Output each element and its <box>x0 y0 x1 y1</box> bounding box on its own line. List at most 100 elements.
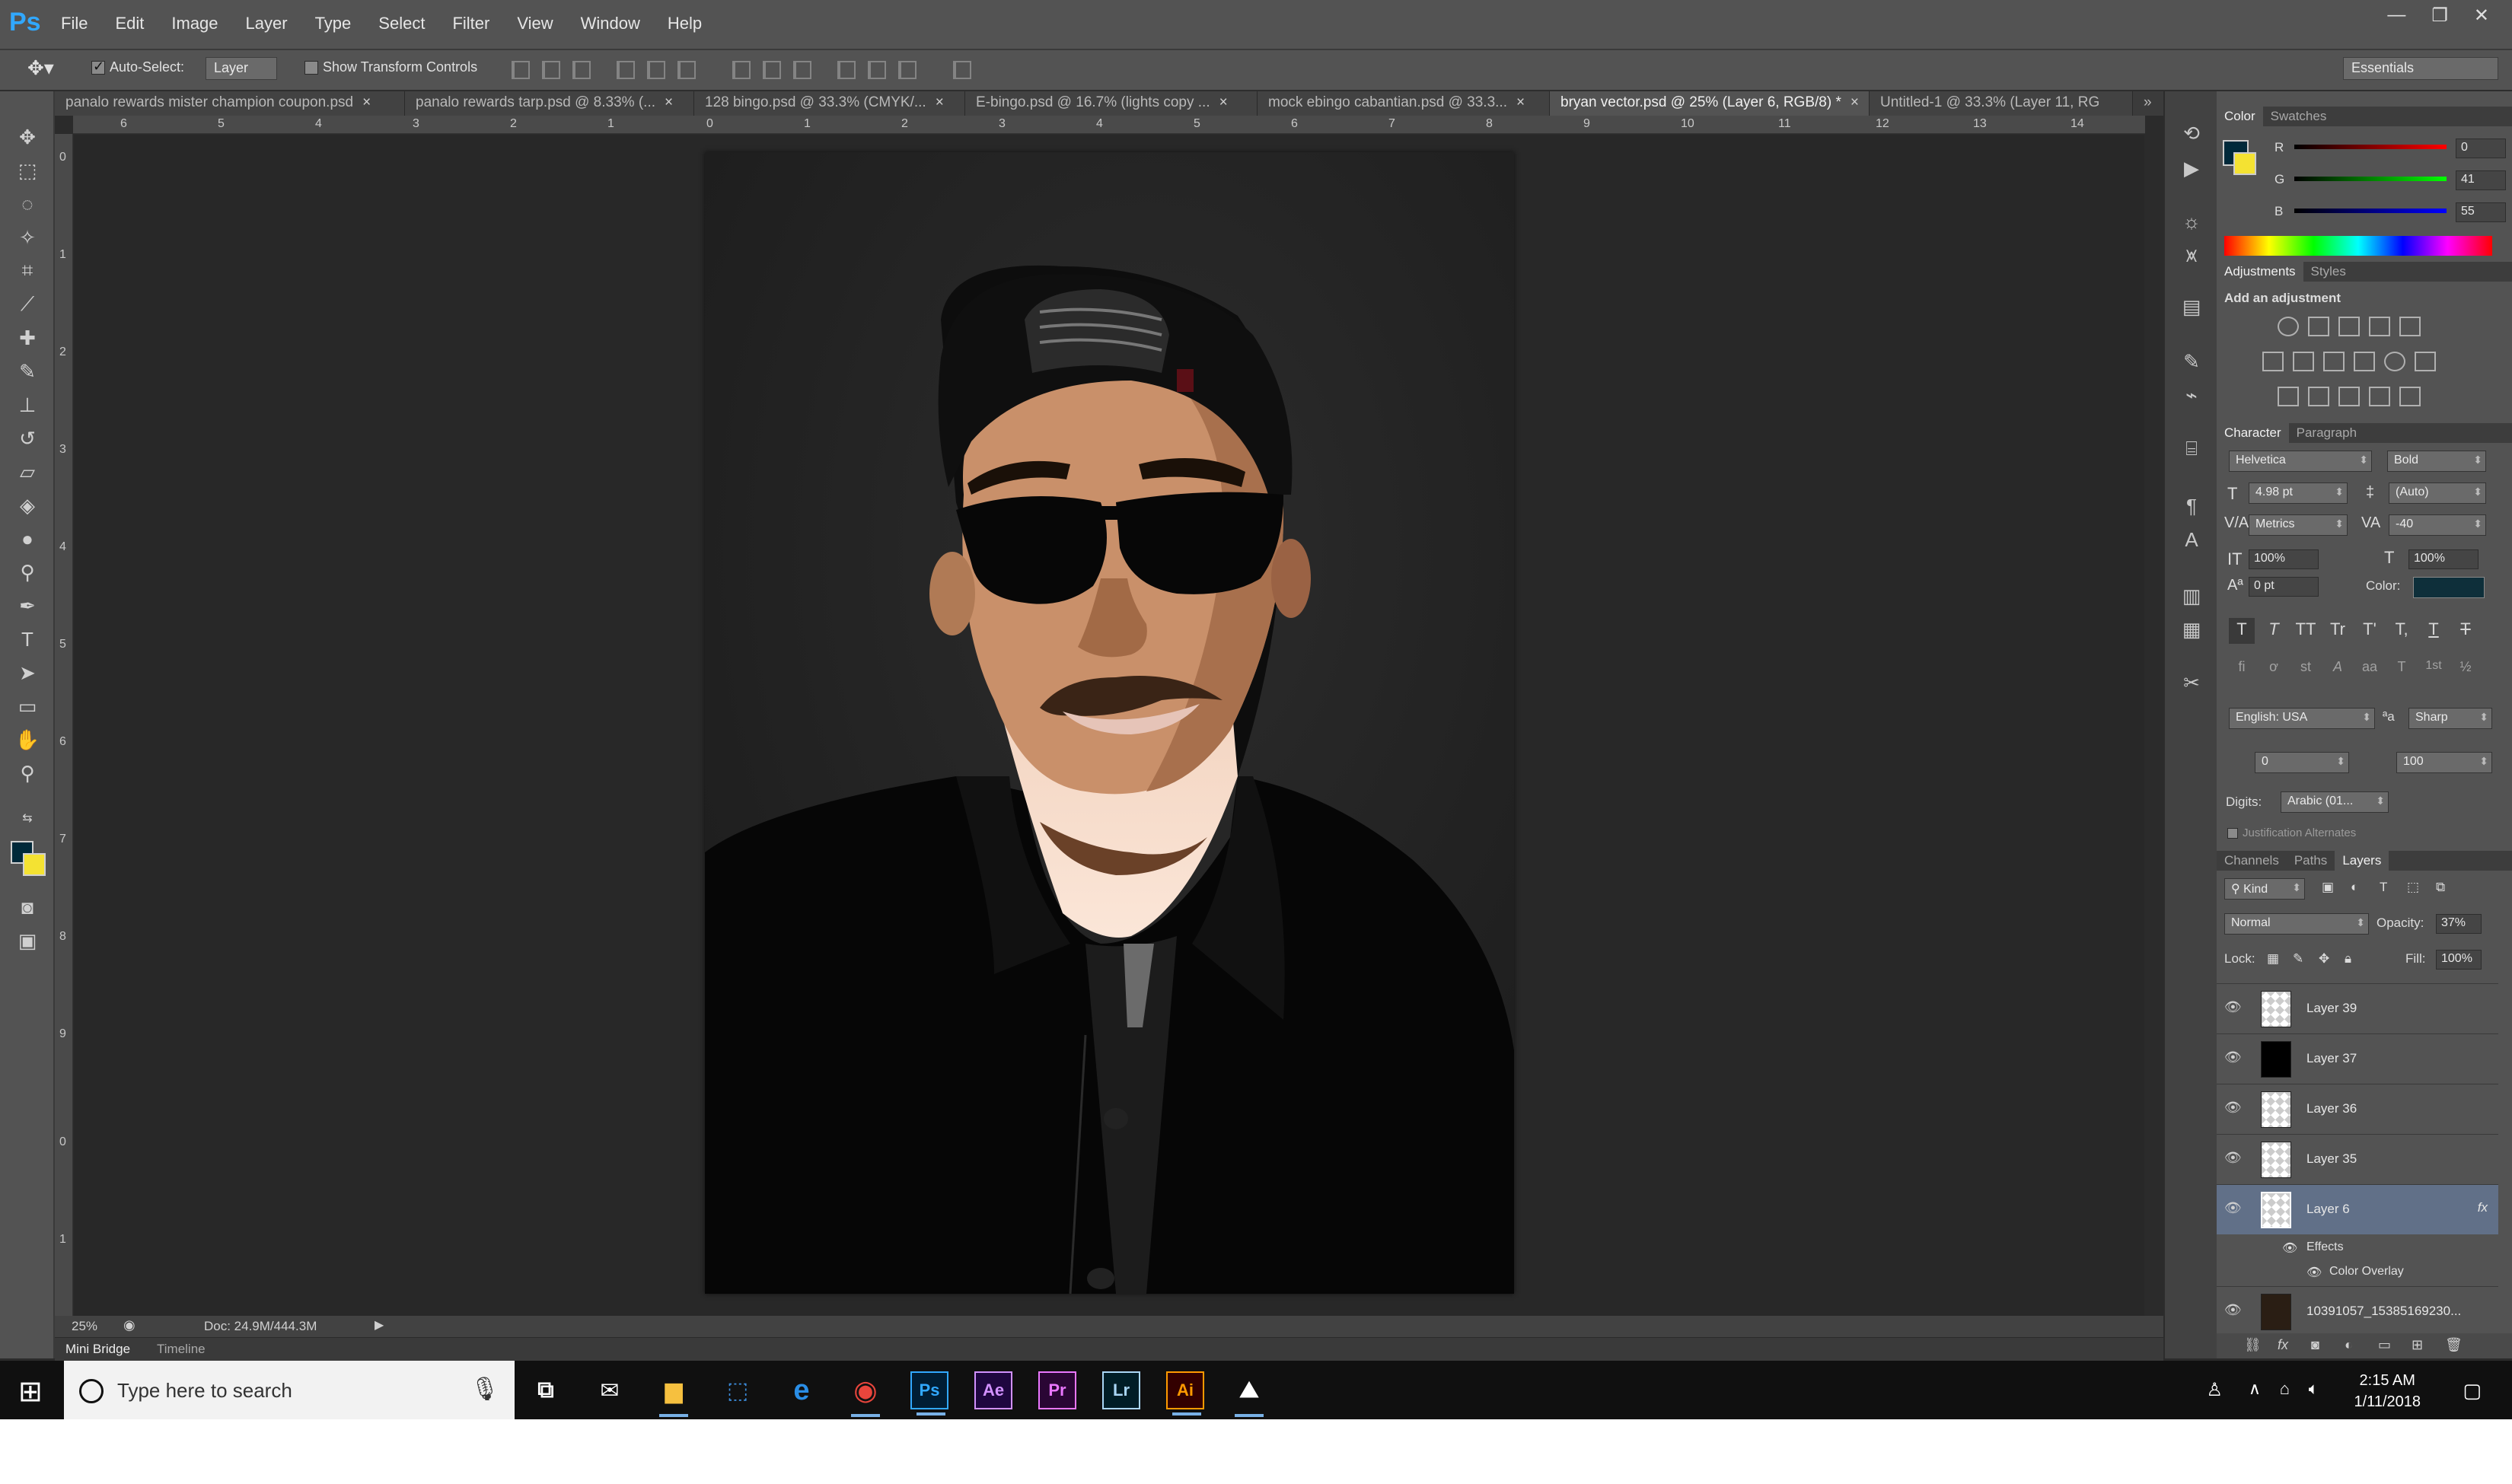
lock-all-icon[interactable]: 🔒︎ <box>2345 951 2351 967</box>
menu-window[interactable]: Window <box>581 14 640 33</box>
menu-edit[interactable]: Edit <box>115 14 144 33</box>
zoom-level[interactable]: 25% <box>72 1319 97 1334</box>
vibrance-icon[interactable] <box>2399 317 2421 336</box>
distribute-right-icon[interactable] <box>898 61 916 79</box>
exposure-icon[interactable] <box>2369 317 2390 336</box>
swap-colors-icon[interactable]: ⇆ <box>11 803 44 833</box>
move-tool-icon[interactable]: ✥ <box>11 122 44 152</box>
lock-position-icon[interactable]: ✥ <box>2319 951 2329 967</box>
menu-select[interactable]: Select <box>378 14 425 33</box>
filter-pixel-icon[interactable]: ▣ <box>2322 880 2334 895</box>
lasso-tool-icon[interactable]: ◌ <box>11 189 44 219</box>
align-top-icon[interactable] <box>512 61 530 79</box>
underline-button[interactable]: T <box>2421 618 2447 644</box>
tracking-field[interactable]: -40 <box>2389 514 2486 536</box>
tab-document[interactable]: mock ebingo cabantian.psd @ 33.3... × <box>1258 91 1550 116</box>
tab-close-icon[interactable]: × <box>1219 94 1228 110</box>
tab-document[interactable]: 128 bingo.psd @ 33.3% (CMYK/... × <box>694 91 965 116</box>
taskbar-search[interactable]: Type here to search 🎙︎ <box>64 1361 515 1419</box>
antialias-dropdown[interactable]: Sharp <box>2408 708 2492 729</box>
type-tool-icon[interactable]: T <box>11 624 44 654</box>
layer-row-selected[interactable]: 👁︎ Layer 6 fx <box>2217 1184 2498 1234</box>
tab-document[interactable]: E-bingo.psd @ 16.7% (lights copy ... × <box>965 91 1258 116</box>
titling-alternates-button[interactable]: T <box>2389 658 2415 683</box>
color-bg-swatch[interactable] <box>2233 152 2256 175</box>
layer-filter-kind-dropdown[interactable]: ⚲ Kind <box>2224 878 2305 900</box>
distribute-top-icon[interactable] <box>732 61 751 79</box>
color-balance-icon[interactable] <box>2293 352 2314 371</box>
volume-icon[interactable]: 🔈︎ <box>2309 1379 2319 1399</box>
tabs-overflow-icon[interactable]: » <box>2133 91 2163 116</box>
brightness-contrast-icon[interactable] <box>2278 317 2299 336</box>
lightroom-taskbar-icon[interactable]: Lr <box>1102 1371 1140 1409</box>
blend-mode-dropdown[interactable]: Normal <box>2224 913 2369 935</box>
clone-stamp-tool-icon[interactable]: ⊥ <box>11 390 44 420</box>
paint-bucket-tool-icon[interactable]: ◈ <box>11 490 44 521</box>
ordinals-button[interactable]: 1st <box>2421 658 2447 683</box>
tab-timeline[interactable]: Timeline <box>157 1342 206 1357</box>
opacity-field[interactable]: 37% <box>2436 914 2482 934</box>
paragraph-panel-icon[interactable]: A <box>2179 528 2204 554</box>
menu-filter[interactable]: Filter <box>452 14 489 33</box>
close-button[interactable]: ✕ <box>2474 5 2489 27</box>
red-value-field[interactable]: 0 <box>2456 139 2506 158</box>
visibility-eye-icon[interactable]: 👁︎ <box>2224 1302 2242 1318</box>
font-size-field[interactable]: 4.98 pt <box>2249 482 2348 504</box>
ligatures-button[interactable]: fi <box>2229 658 2255 683</box>
kerning-field[interactable]: Metrics <box>2249 514 2348 536</box>
baseline-shift-field[interactable]: 0 pt <box>2249 577 2319 597</box>
clock[interactable]: 2:15 AM 1/11/2018 <box>2354 1370 2421 1412</box>
visibility-eye-icon[interactable]: 👁︎ <box>2224 1150 2242 1166</box>
distribute-left-icon[interactable] <box>837 61 856 79</box>
levels-icon[interactable] <box>2308 317 2329 336</box>
small-caps-button[interactable]: Tr <box>2325 618 2351 644</box>
marquee-tool-icon[interactable]: ⬚ <box>11 155 44 186</box>
tab-close-icon[interactable]: × <box>362 94 371 110</box>
show-transform-checkbox[interactable]: Show Transform Controls <box>304 59 477 75</box>
lock-transparent-icon[interactable]: ▦ <box>2267 951 2279 967</box>
actions-panel-icon[interactable]: ▶ <box>2179 157 2204 183</box>
green-value-field[interactable]: 41 <box>2456 170 2506 190</box>
tab-document-active[interactable]: bryan vector.psd @ 25% (Layer 6, RGB/8) … <box>1550 91 1870 116</box>
move-tool-preset-icon[interactable]: ✥▾ <box>27 56 54 80</box>
action-center-icon[interactable]: ▢ <box>2463 1379 2482 1403</box>
align-vcenter-icon[interactable] <box>542 61 560 79</box>
distribute-vcenter-icon[interactable] <box>763 61 781 79</box>
distribute-hcenter-icon[interactable] <box>868 61 886 79</box>
faux-bold-button[interactable]: T <box>2229 618 2255 644</box>
fractions-button[interactable]: ½ <box>2453 658 2479 683</box>
tab-paragraph[interactable]: Paragraph <box>2289 423 2364 443</box>
strikethrough-button[interactable]: T <box>2453 618 2479 644</box>
dodge-tool-icon[interactable]: ⚲ <box>11 557 44 588</box>
tab-paths[interactable]: Paths <box>2287 851 2335 871</box>
clone-source-icon[interactable]: ✂ <box>2179 671 2204 697</box>
filter-type-icon[interactable]: T <box>2380 880 2387 895</box>
delete-layer-icon[interactable]: 🗑︎ <box>2445 1337 2463 1353</box>
eraser-tool-icon[interactable]: ▱ <box>11 457 44 487</box>
paragraph-styles-icon[interactable]: ▦ <box>2179 618 2204 644</box>
zoom-tool-icon[interactable]: ⚲ <box>11 758 44 788</box>
photo-filter-icon[interactable] <box>2354 352 2375 371</box>
eyedropper-tool-icon[interactable]: ⟋ <box>11 289 44 320</box>
magic-wand-tool-icon[interactable]: ✧ <box>11 222 44 253</box>
align-left-icon[interactable] <box>617 61 635 79</box>
restore-button[interactable]: ❐ <box>2431 5 2448 27</box>
menu-file[interactable]: File <box>61 14 88 33</box>
status-menu-arrow-icon[interactable]: ▶ <box>375 1317 384 1333</box>
layer-fx-icon[interactable]: fx <box>2478 1200 2488 1215</box>
tab-document[interactable]: panalo rewards tarp.psd @ 8.33% (... × <box>405 91 694 116</box>
tab-close-icon[interactable]: × <box>665 94 673 110</box>
file-explorer-icon[interactable]: ▆ <box>655 1371 693 1417</box>
windows-start-icon[interactable]: ⊞ <box>18 1374 43 1409</box>
brush-tool-icon[interactable]: ✎ <box>11 356 44 387</box>
history-panel-icon[interactable]: ⟲ <box>2179 122 2204 148</box>
new-adjustment-icon[interactable]: ◐ <box>2345 1337 2353 1353</box>
channel-mixer-icon[interactable] <box>2384 352 2405 371</box>
font-family-dropdown[interactable]: Helvetica <box>2229 451 2372 472</box>
photos-icon[interactable]: ⛰ <box>1230 1371 1268 1417</box>
tab-adjustments[interactable]: Adjustments <box>2217 262 2303 282</box>
curves-icon[interactable] <box>2338 317 2360 336</box>
blue-slider[interactable] <box>2294 209 2447 213</box>
illustrator-taskbar-icon[interactable]: Ai <box>1166 1371 1204 1416</box>
selective-color-icon[interactable] <box>2369 387 2390 406</box>
